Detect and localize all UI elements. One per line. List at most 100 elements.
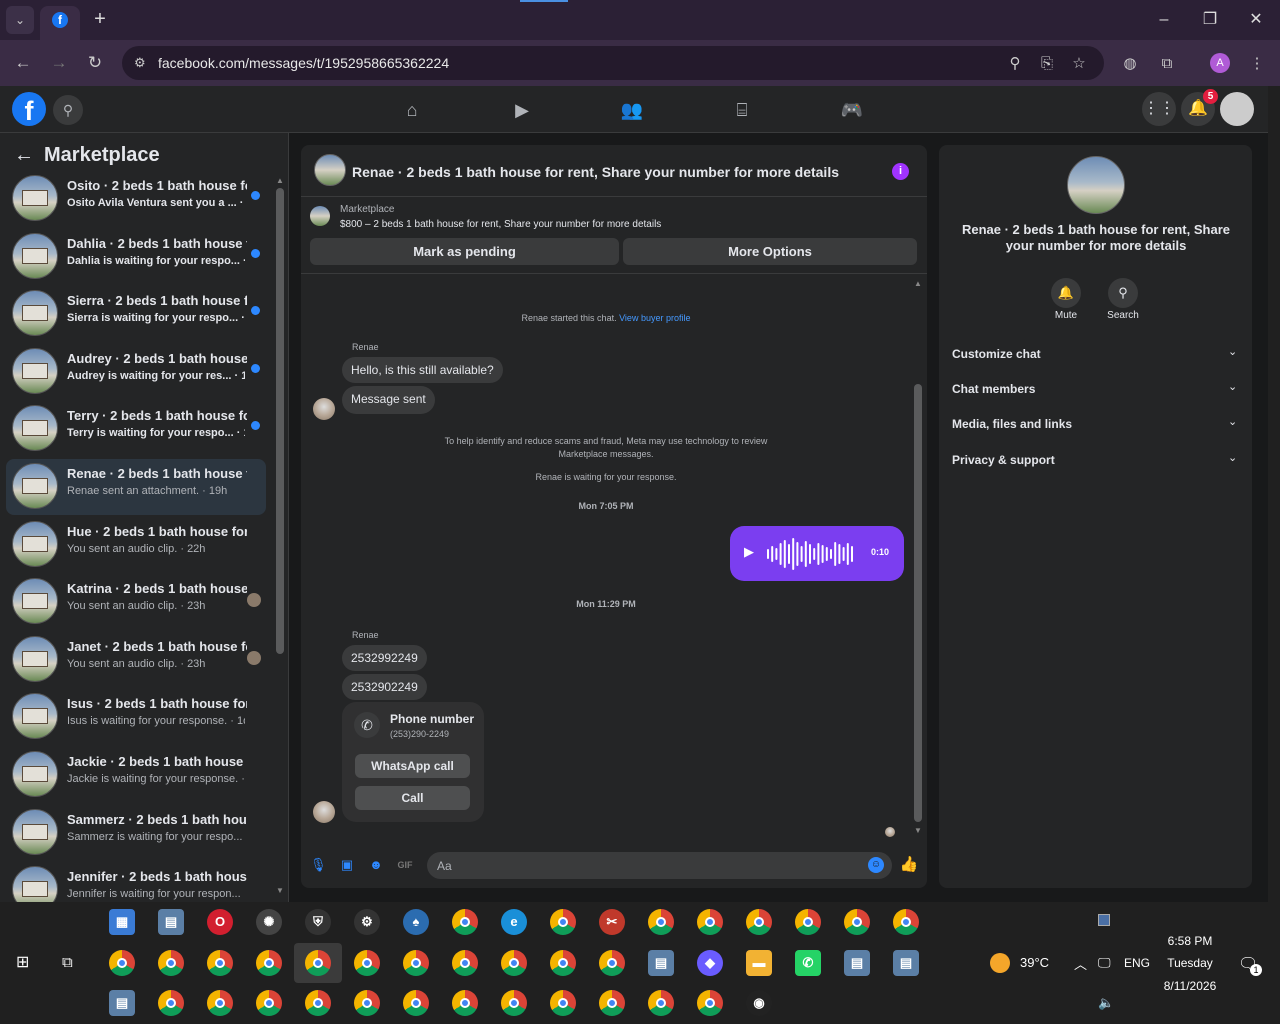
chrome-taskbar-icon[interactable] — [795, 909, 821, 935]
info-section-chat-members[interactable]: Chat members ⌄ — [952, 380, 1240, 400]
tray-app-icon[interactable] — [1098, 914, 1110, 926]
chrome-taskbar-icon[interactable] — [207, 990, 233, 1016]
volume-icon[interactable]: 🔈 — [1098, 995, 1114, 1011]
back-arrow-icon[interactable]: ← — [12, 52, 34, 74]
chrome-taskbar-icon[interactable] — [501, 990, 527, 1016]
message-bubble[interactable]: 2532992249 — [342, 645, 427, 671]
chrome-taskbar-icon[interactable] — [305, 990, 331, 1016]
info-section-customize-chat[interactable]: Customize chat ⌄ — [952, 345, 1240, 365]
account-avatar[interactable] — [1220, 92, 1254, 126]
search-icon[interactable]: ⚲ — [1108, 278, 1138, 308]
call-button[interactable]: Call — [355, 786, 470, 810]
tray-chevron-icon[interactable]: ︿ — [1074, 954, 1087, 973]
temperature[interactable]: 39°C — [1020, 955, 1049, 970]
chrome-taskbar-icon[interactable] — [501, 950, 527, 976]
chrome-taskbar-icon[interactable] — [452, 990, 478, 1016]
restore-icon[interactable]: ❐ — [1200, 10, 1220, 30]
bookmark-star-icon[interactable]: ☆ — [1070, 55, 1088, 73]
sol-taskbar-icon[interactable]: ♠ — [403, 909, 429, 935]
play-icon[interactable]: ▶ — [744, 544, 754, 560]
conversation-item[interactable]: Hue · 2 beds 1 bath house for re... You s… — [6, 517, 266, 573]
clock-date[interactable]: 8/11/2026 — [1150, 979, 1230, 993]
chrome-taskbar-icon[interactable] — [256, 950, 282, 976]
scroll-down-icon[interactable]: ▼ — [913, 826, 923, 836]
task-view-icon[interactable]: ⧉ — [62, 954, 80, 972]
chrome-taskbar-icon[interactable] — [648, 909, 674, 935]
conversation-item[interactable]: Sammerz · 2 beds 1 bath house ... Sammerz… — [6, 805, 266, 861]
chrome-taskbar-icon[interactable] — [648, 990, 674, 1016]
app-taskbar-icon[interactable]: ▤ — [109, 990, 135, 1016]
info-section-privacy-support[interactable]: Privacy & support ⌄ — [952, 451, 1240, 471]
scroll-down-icon[interactable]: ▼ — [275, 886, 285, 896]
chrome-taskbar-icon[interactable] — [158, 990, 184, 1016]
folder-taskbar-icon[interactable]: ▬ — [746, 950, 772, 976]
scroll-up-icon[interactable]: ▲ — [913, 279, 923, 289]
conversation-item[interactable]: Renae · 2 beds 1 bath house for ... Renae… — [6, 459, 266, 515]
tab-search-chevron-icon[interactable]: ⌄ — [6, 6, 34, 34]
menu-grid-icon[interactable]: ⋮⋮ — [1142, 92, 1176, 126]
extensions-puzzle-icon[interactable]: ⧉ — [1157, 54, 1177, 74]
chrome-taskbar-icon[interactable] — [550, 950, 576, 976]
shield-taskbar-icon[interactable]: ⛨ — [305, 909, 331, 935]
browser-menu-icon[interactable]: ⋮ — [1247, 54, 1267, 74]
chrome-taskbar-icon[interactable] — [403, 950, 429, 976]
conversation-item[interactable]: Audrey · 2 beds 1 bath house ... Audrey i… — [6, 344, 266, 400]
facebook-logo[interactable]: f — [12, 92, 46, 126]
app-taskbar-icon[interactable]: ▤ — [893, 950, 919, 976]
sender-avatar[interactable] — [313, 398, 335, 420]
chrome-taskbar-icon[interactable] — [305, 950, 331, 976]
weather-icon[interactable] — [990, 953, 1010, 973]
chrome-taskbar-icon[interactable] — [599, 990, 625, 1016]
store-taskbar-icon[interactable]: ▦ — [109, 909, 135, 935]
conversation-item[interactable]: Terry · 2 beds 1 bath house for... Terry … — [6, 401, 266, 457]
thumbs-up-icon[interactable]: 👍 — [899, 855, 919, 875]
chat-title[interactable]: Renae · 2 beds 1 bath house for rent, Sh… — [352, 164, 839, 180]
translate-globe-icon[interactable]: ◍ — [1120, 54, 1140, 74]
chrome-taskbar-icon[interactable] — [207, 950, 233, 976]
chrome-taskbar-icon[interactable] — [452, 909, 478, 935]
install-app-icon[interactable]: ⎘ — [1038, 55, 1056, 73]
listing-avatar[interactable] — [1067, 156, 1125, 214]
chrome-taskbar-icon[interactable] — [109, 950, 135, 976]
chrome-taskbar-icon[interactable] — [893, 909, 919, 935]
gif-icon[interactable]: GIF — [397, 857, 413, 873]
chat-listing-thumbnail[interactable] — [314, 154, 346, 186]
copilot-taskbar-icon[interactable]: ◆ — [697, 950, 723, 976]
chrome-taskbar-icon[interactable] — [550, 990, 576, 1016]
edge-taskbar-icon[interactable]: e — [501, 909, 527, 935]
mark-as-pending-button[interactable]: Mark as pending — [310, 238, 619, 265]
clock-time[interactable]: 6:58 PM — [1150, 934, 1230, 948]
chrome-taskbar-icon[interactable] — [599, 950, 625, 976]
chrome-taskbar-icon[interactable] — [403, 990, 429, 1016]
windows-start-icon[interactable]: ⊞ — [16, 954, 34, 972]
whatsapp-taskbar-icon[interactable]: ✆ — [795, 950, 821, 976]
chat-scrollbar[interactable] — [914, 384, 922, 822]
conversation-item[interactable]: Katrina · 2 beds 1 bath house ... You sen… — [6, 574, 266, 630]
new-tab-plus-icon[interactable]: + — [90, 9, 110, 29]
message-bubble[interactable]: Hello, is this still available? — [342, 357, 503, 383]
conversation-item[interactable]: Jackie · 2 beds 1 bath house for ... Jack… — [6, 747, 266, 803]
forward-arrow-icon[interactable]: → — [48, 52, 70, 74]
zoom-icon[interactable]: ⚲ — [1006, 55, 1024, 73]
photo-icon[interactable]: ▣ — [339, 857, 355, 873]
sender-avatar[interactable] — [313, 801, 335, 823]
language-indicator[interactable]: ENG — [1124, 956, 1150, 970]
chrome-taskbar-icon[interactable] — [256, 990, 282, 1016]
gaming-icon[interactable]: 🎮 — [840, 98, 864, 122]
microphone-icon[interactable]: 🎙 — [310, 857, 327, 873]
chrome-taskbar-icon[interactable] — [697, 990, 723, 1016]
sticker-icon[interactable]: ☻ — [368, 857, 384, 873]
chrome-taskbar-icon[interactable] — [746, 909, 772, 935]
minimize-icon[interactable]: – — [1154, 10, 1174, 30]
conversation-item[interactable]: Dahlia · 2 beds 1 bath house f... Dahlia … — [6, 229, 266, 285]
app-taskbar-icon[interactable]: ▤ — [158, 909, 184, 935]
more-options-button[interactable]: More Options — [623, 238, 917, 265]
site-info-icon[interactable]: ⚙ — [134, 55, 150, 71]
address-bar[interactable]: ⚙ facebook.com/messages/t/19529586653622… — [122, 46, 1104, 80]
view-buyer-profile-link[interactable]: View buyer profile — [619, 313, 690, 323]
info-section-media-files-and-links[interactable]: Media, files and links ⌄ — [952, 415, 1240, 435]
chrome-taskbar-icon[interactable] — [697, 909, 723, 935]
friends-icon[interactable]: 👥 — [620, 98, 644, 122]
network-icon[interactable]: 🖵 — [1098, 955, 1111, 971]
marketplace-icon[interactable]: ⌸ — [730, 98, 754, 122]
